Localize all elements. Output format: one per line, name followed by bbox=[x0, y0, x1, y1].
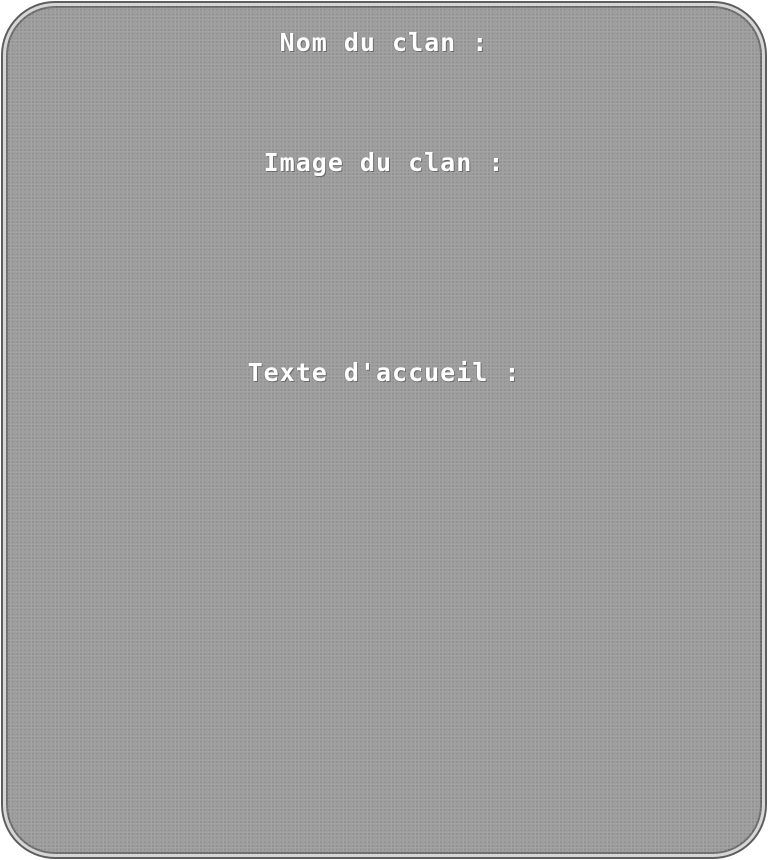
welcome-text-label: Texte d'accueil : bbox=[247, 358, 521, 387]
clan-image-label: Image du clan : bbox=[263, 148, 505, 177]
clan-name-area[interactable] bbox=[46, 68, 722, 128]
clan-form-panel: Nom du clan : Image du clan : Texte d'ac… bbox=[3, 3, 765, 857]
clan-name-label: Nom du clan : bbox=[279, 28, 489, 57]
clan-image-area[interactable] bbox=[46, 188, 722, 338]
welcome-text-area[interactable] bbox=[46, 398, 722, 818]
